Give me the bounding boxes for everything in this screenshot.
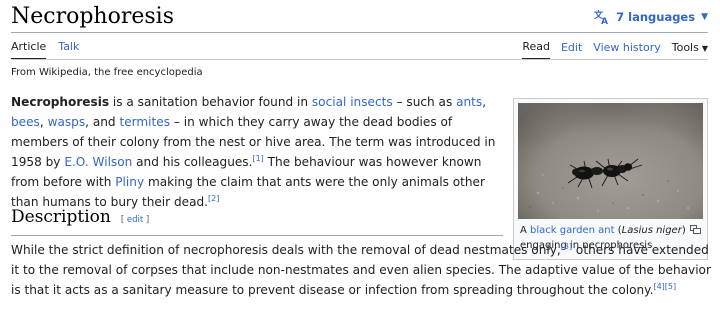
tab-view-history[interactable]: View history xyxy=(593,41,660,59)
lead-term: Necrophoresis xyxy=(11,95,110,109)
site-tagline: From Wikipedia, the free encyclopedia xyxy=(11,67,203,78)
lead-text: , xyxy=(482,95,487,109)
tab-read[interactable]: Read xyxy=(522,40,550,60)
caption-text: ) xyxy=(681,225,686,236)
tabs-divider xyxy=(11,59,708,60)
tab-edit[interactable]: Edit xyxy=(561,41,582,59)
lead-text: and his colleagues. xyxy=(132,155,253,169)
edit-section-link[interactable]: edit xyxy=(127,215,143,225)
chevron-down-icon: ▼ xyxy=(701,44,708,53)
lead-text: is a sanitation behavior found in xyxy=(109,95,312,109)
link-eo-wilson[interactable]: E.O. Wilson xyxy=(64,155,132,169)
reference-1[interactable]: [1] xyxy=(252,154,263,163)
section-text: While the strict definition of necrophor… xyxy=(11,243,561,257)
reference-2[interactable]: [2] xyxy=(208,194,219,203)
lead-text: , and xyxy=(85,115,120,129)
languages-label: 7 languages xyxy=(616,10,696,24)
description-paragraph: While the strict definition of necrophor… xyxy=(11,240,711,300)
caption-text: A xyxy=(520,225,531,236)
tools-menu[interactable]: Tools ▼ xyxy=(672,41,708,59)
ant-photo[interactable] xyxy=(518,103,703,219)
tab-talk[interactable]: Talk xyxy=(58,40,79,60)
link-black-garden-ant[interactable]: black garden ant xyxy=(530,225,615,236)
view-tabs: Read Edit View history Tools ▼ xyxy=(522,40,708,60)
caption-species: Lasius niger xyxy=(621,225,682,236)
page-title: Necrophoresis xyxy=(11,4,175,29)
edit-section: [ edit ] xyxy=(121,215,149,225)
reference-4[interactable]: [4] xyxy=(653,282,664,291)
section-heading: Description xyxy=(11,207,111,227)
edit-bracket: ] xyxy=(143,215,150,225)
lead-text: – such as xyxy=(392,95,457,109)
link-pliny[interactable]: Pliny xyxy=(115,175,144,189)
lead-text: , xyxy=(39,115,48,129)
caption-text: ( xyxy=(614,225,622,236)
chevron-down-icon: ▼ xyxy=(701,12,708,22)
enlarge-icon[interactable] xyxy=(690,225,701,234)
section-divider xyxy=(11,235,503,236)
tools-label: Tools xyxy=(671,41,699,54)
tab-article[interactable]: Article xyxy=(11,40,47,60)
namespace-tabs: Article Talk xyxy=(11,40,79,60)
languages-button[interactable]: 文 A 7 languages ▼ xyxy=(594,9,708,25)
link-wasps[interactable]: wasps xyxy=(48,115,86,129)
link-termites[interactable]: termites xyxy=(119,115,170,129)
link-bees[interactable]: bees xyxy=(11,115,40,129)
link-ants[interactable]: ants xyxy=(456,95,482,109)
link-social-insects[interactable]: social insects xyxy=(312,95,393,109)
svg-text:A: A xyxy=(601,17,608,25)
section-heading-description: Description [ edit ] xyxy=(11,207,503,227)
translate-icon: 文 A xyxy=(594,9,608,25)
figure: A black garden ant (Lasius niger) engagin… xyxy=(513,98,708,260)
reference-3[interactable]: [3] xyxy=(561,242,572,251)
title-divider xyxy=(11,32,708,33)
lead-paragraph: Necrophoresis is a sanitation behavior f… xyxy=(11,92,503,212)
reference-5[interactable]: [5] xyxy=(665,282,676,291)
